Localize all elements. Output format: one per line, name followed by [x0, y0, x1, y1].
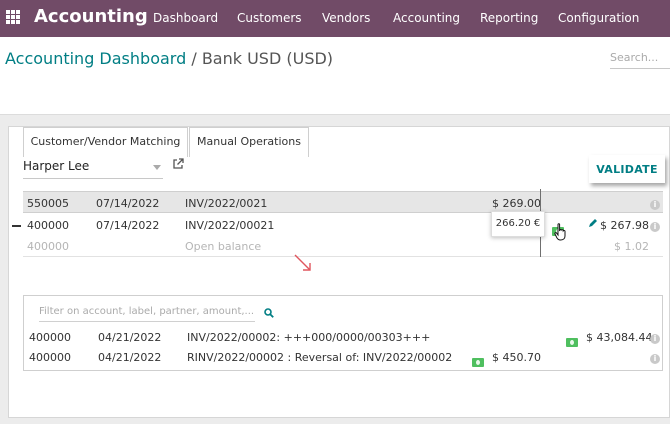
breadcrumb-current: Bank USD (USD)	[201, 49, 334, 68]
match-account: 400000	[29, 331, 71, 344]
info-icon[interactable]: i	[650, 197, 660, 210]
top-navbar: Accounting Dashboard Customers Vendors A…	[0, 0, 670, 37]
hand-cursor-icon	[554, 223, 566, 241]
filter-input[interactable]	[39, 302, 255, 322]
line-label: INV/2022/00021	[185, 219, 275, 232]
line-date: 07/14/2022	[96, 197, 160, 210]
match-debit: $ 450.70	[492, 351, 541, 364]
menu-customers[interactable]: Customers	[237, 11, 302, 25]
info-icon[interactable]: i	[650, 351, 660, 364]
menu-accounting[interactable]: Accounting	[393, 11, 460, 25]
breadcrumb-parent-link[interactable]: Accounting Dashboard	[5, 49, 186, 68]
line-debit: $ 269.00	[492, 197, 541, 210]
partner-field[interactable]: Harper Lee	[23, 157, 163, 179]
arrow-icon	[294, 254, 311, 271]
app-brand[interactable]: Accounting	[34, 6, 148, 27]
line-label: Open balance	[185, 240, 262, 253]
line-account: 400000	[27, 219, 69, 232]
partner-value: Harper Lee	[23, 159, 90, 173]
tab-customer-vendor-matching[interactable]: Customer/Vendor Matching	[23, 127, 188, 157]
external-link-icon[interactable]	[172, 158, 184, 170]
match-row[interactable]: 400000 04/21/2022 RINV/2022/00002 : Reve…	[24, 348, 662, 368]
match-label: RINV/2022/00002 : Reversal of: INV/2022/…	[187, 351, 453, 364]
matching-panel: 400000 04/21/2022 INV/2022/00002: +++000…	[23, 295, 663, 371]
breadcrumb-separator: /	[191, 49, 197, 68]
line-account: 550005	[27, 197, 69, 210]
reconciliation-sheet: Harper Lee VALIDATE 550005 07/14/2022 IN…	[8, 126, 670, 418]
line-account: 400000	[27, 240, 69, 253]
amount-tooltip: 266.20 €	[491, 211, 545, 237]
line-date: 07/14/2022	[96, 219, 160, 232]
menu-dashboard[interactable]: Dashboard	[153, 11, 218, 25]
remove-line-icon[interactable]	[12, 225, 21, 227]
money-icon[interactable]	[566, 334, 578, 347]
pencil-icon[interactable]	[588, 218, 598, 231]
line-label: INV/2022/0021	[185, 197, 268, 210]
info-icon[interactable]: i	[650, 219, 660, 232]
validate-button[interactable]: VALIDATE	[589, 155, 665, 183]
match-date: 04/21/2022	[98, 331, 162, 344]
control-panel: Accounting Dashboard / Bank USD (USD)	[0, 37, 670, 115]
match-row[interactable]: 400000 04/21/2022 INV/2022/00002: +++000…	[24, 328, 662, 348]
search-icon[interactable]	[264, 308, 274, 318]
tab-manual-operations[interactable]: Manual Operations	[189, 127, 309, 157]
money-icon[interactable]	[472, 354, 484, 367]
match-account: 400000	[29, 351, 71, 364]
chevron-down-icon[interactable]	[153, 165, 161, 170]
reconcile-line[interactable]: 550005 07/14/2022 INV/2022/0021 $ 269.00…	[23, 191, 663, 213]
menu-configuration[interactable]: Configuration	[558, 11, 639, 25]
search-input[interactable]	[610, 47, 670, 69]
match-credit: $ 43,084.44	[586, 331, 653, 344]
line-credit: $ 267.98	[600, 219, 649, 232]
breadcrumb: Accounting Dashboard / Bank USD (USD)	[5, 49, 333, 68]
info-icon[interactable]: i	[650, 331, 660, 344]
apps-grid-icon[interactable]	[6, 10, 20, 24]
line-credit: $ 1.02	[614, 240, 649, 253]
match-date: 04/21/2022	[98, 351, 162, 364]
menu-reporting[interactable]: Reporting	[480, 11, 538, 25]
match-label: INV/2022/00002: +++000/0000/00303+++	[187, 331, 431, 344]
menu-vendors[interactable]: Vendors	[322, 11, 370, 25]
